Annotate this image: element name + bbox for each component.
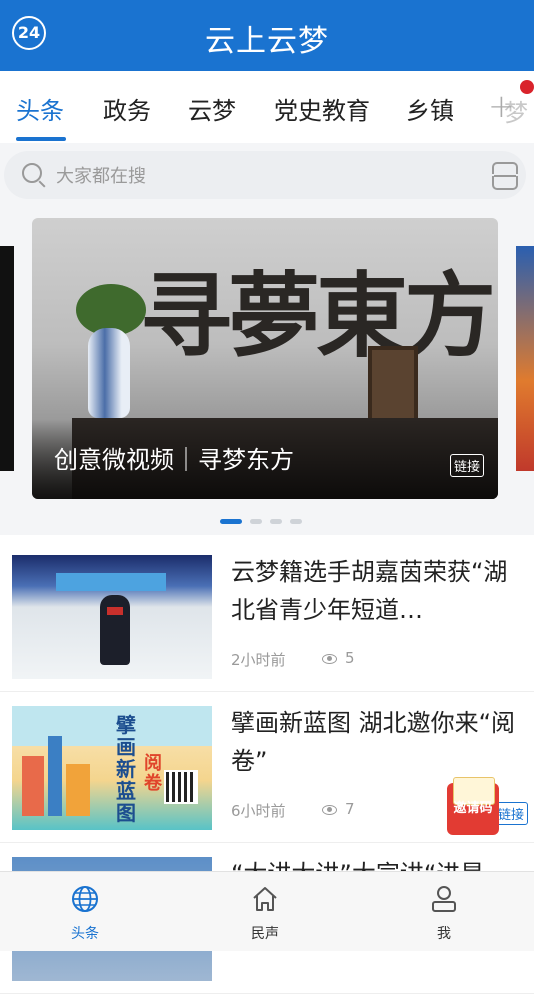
active-tab-indicator [16,137,66,141]
next-slide-peek[interactable] [516,246,534,471]
view-count: 5 [345,649,355,667]
arena-banner [56,573,166,591]
tab-government[interactable]: 政务 [103,91,151,126]
nav-label: 民声 [251,926,279,942]
invite-code-button[interactable]: 邀请码 [447,777,499,835]
view-count: 7 [345,800,355,818]
news-headline: 云梦籍选手胡嘉茵荣获“湖北省青少年短道… [231,558,508,624]
tab-yunmeng[interactable]: 云梦 [188,91,236,126]
tab-headlines[interactable]: 头条 [16,91,64,126]
scarf [107,607,123,615]
eye-icon [322,653,337,664]
photo-frame [368,346,418,426]
app-title: 云上云梦 [205,24,329,59]
nav-public-voice[interactable]: 民声 [225,884,305,943]
news-time: 6小时前 [231,802,286,820]
search-icon [22,163,42,183]
carousel-dot[interactable] [250,519,262,524]
carousel-dot-active[interactable] [220,519,242,524]
news-views: 5 [322,649,355,667]
news-views: 7 [322,800,355,818]
nav-me[interactable]: 我 [404,884,484,943]
search-placeholder: 大家都在搜 [56,166,146,187]
globe-icon [70,884,100,914]
news-thumbnail: 擘画新蓝图 阅卷 [12,706,212,830]
scan-icon[interactable] [488,162,522,190]
news-item[interactable]: 云梦籍选手胡嘉茵荣获“湖北省青少年短道… 2小时前 5 [0,541,534,692]
app-bar: 24 云上云梦 [0,0,534,71]
building [22,756,44,816]
poster-subtitle: 阅卷 [144,753,162,794]
search-input[interactable]: 大家都在搜 [4,151,526,199]
nav-label: 我 [437,926,451,942]
nav-headlines[interactable]: 头条 [45,884,125,943]
eye-icon [322,804,337,815]
skater-figure [100,595,130,665]
tab-party-history[interactable]: 党史教育 [274,91,370,126]
notification-dot [520,80,534,94]
vase-decoration [88,328,130,418]
category-tabs: 头条 政务 云梦 党史教育 乡镇 [0,71,534,143]
bottom-navigation: 头条 民声 我 [0,871,534,951]
building [48,736,62,816]
qr-code [164,770,198,804]
carousel-dot[interactable] [290,519,302,524]
home-icon [250,884,280,914]
nav-label: 头条 [71,926,99,942]
news-time: 2小时前 [231,651,286,669]
previous-slide-peek[interactable] [0,246,14,471]
invite-label: 邀请码 [453,801,493,816]
carousel-dot[interactable] [270,519,282,524]
carousel-slide[interactable]: 寻夢東方 创意微视频｜寻梦东方 链接 [32,218,498,499]
tab-towns[interactable]: 乡镇 [406,91,454,126]
calligraphy-artwork: 寻夢東方 [140,262,496,370]
poster-title: 擘画新蓝图 [116,713,136,825]
user-icon [429,884,459,914]
carousel-caption: 创意微视频｜寻梦东方 [54,446,294,474]
news-headline: 擘画新蓝图 湖北邀你来“阅卷” [231,709,516,775]
link-tag: 链接 [450,454,485,477]
building [66,764,90,816]
link-tag: 链接 [494,802,529,825]
tab-manage-button[interactable]: 梦 + [474,71,534,141]
plus-icon: + [488,87,515,125]
thumbnail-sky [12,706,212,746]
news-thumbnail [12,555,212,679]
